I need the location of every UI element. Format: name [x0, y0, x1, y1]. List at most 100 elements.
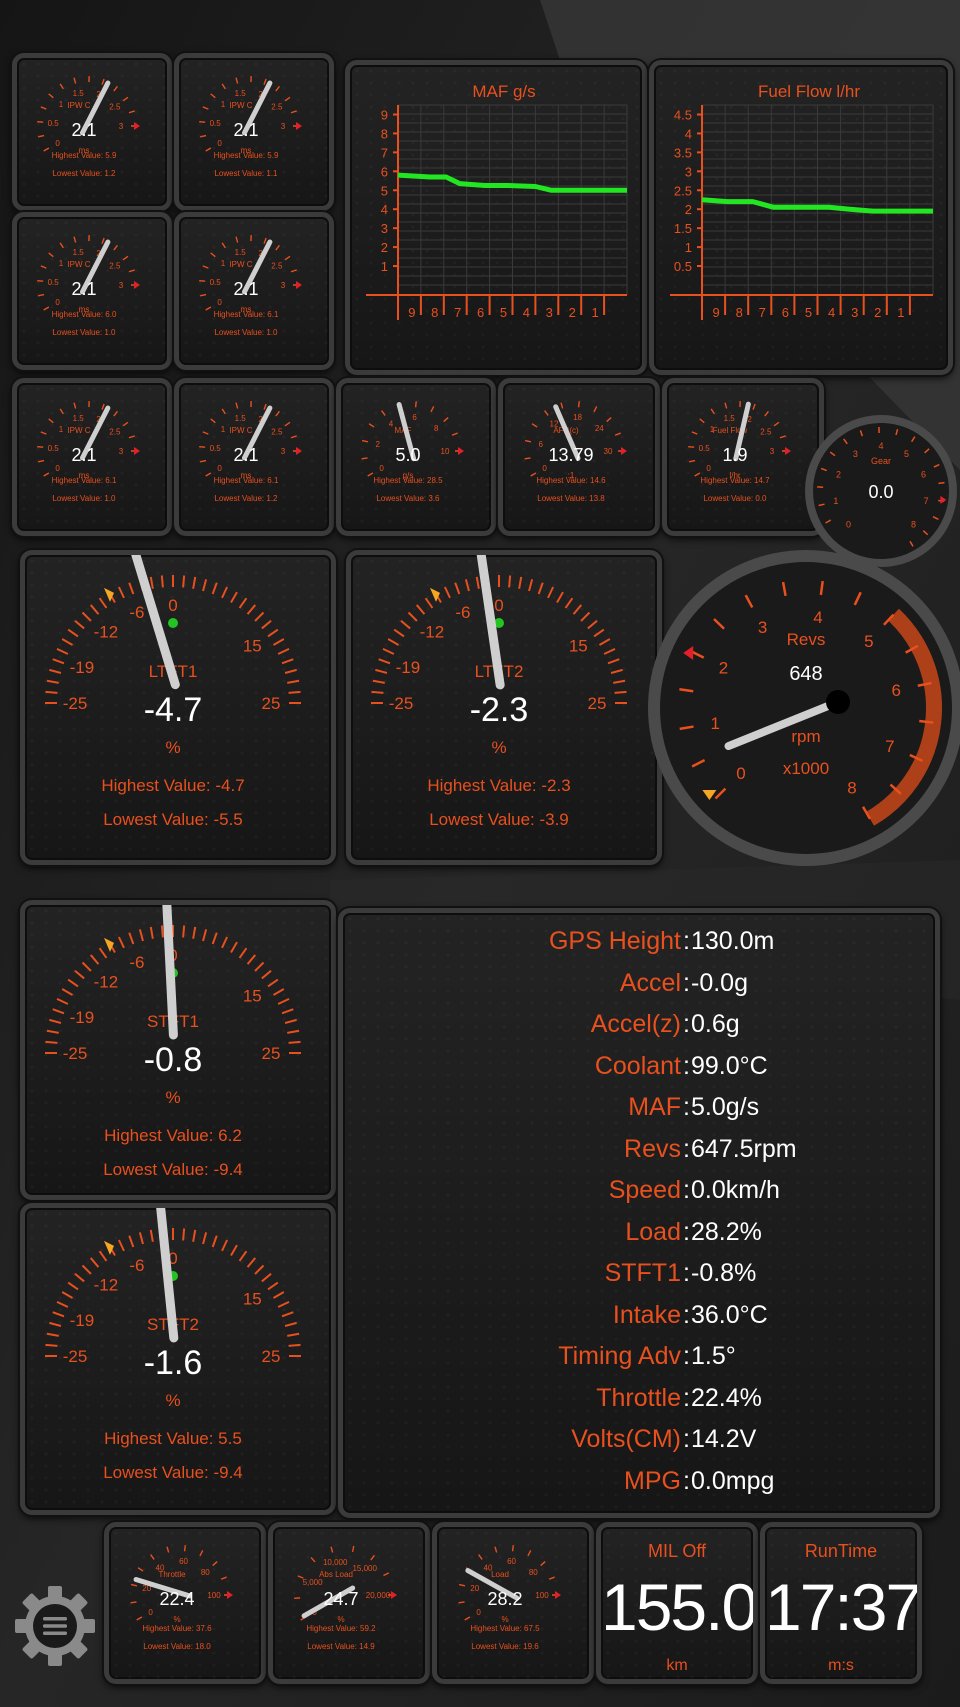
chart-title: MAF g/s: [472, 82, 535, 101]
info-value: 0.0km/h: [691, 1176, 780, 1204]
settings-gear-icon[interactable]: [14, 1585, 96, 1667]
gauge-tick: [130, 1601, 137, 1604]
gauge-tick-label: 5,000: [303, 1578, 324, 1587]
gauge-tick: [430, 406, 435, 413]
gauge-revs[interactable]: 0 1 2 3 4 5 6 7 8 Revs 648 rpm x1000: [642, 548, 960, 866]
gauge-stft1[interactable]: -25-19-12-601525STFT1-0.8%Highest Value:…: [20, 900, 336, 1200]
gauge-tick: [547, 586, 555, 599]
gauge-tick-label: 24: [595, 424, 604, 433]
gauge-tick-label: 60: [179, 1557, 188, 1566]
info-list[interactable]: GPS Height: 130.0m Accel: -0.0g Accel(z): …: [343, 913, 935, 1513]
gauge-throttle[interactable]: 0 20 40 60 80 100 Throttle 22.4% Highest Value: …: [104, 1522, 266, 1684]
x-tick-label: 2: [874, 305, 881, 320]
gauge-dial: -25-19-12-601525LTFT2-2.3%Highest Value:…: [371, 555, 627, 829]
gauge-unit: %: [165, 738, 180, 757]
x-tick-label: 1: [897, 305, 904, 320]
gauge-tick: [149, 1229, 154, 1242]
digital-mil-off[interactable]: MIL Off 155.0 km: [596, 1522, 758, 1684]
gauge-highest: Highest Value: 6.1: [214, 476, 279, 485]
gauge-tick: [494, 1546, 498, 1553]
gauge-ltft2[interactable]: -25-19-12-601525LTFT2-2.3%Highest Value:…: [346, 550, 662, 865]
y-tick-label: 5: [381, 183, 388, 198]
info-label: STFT1: [604, 1259, 681, 1287]
center-indicator-icon: [168, 618, 178, 628]
gauge-title: Gear: [871, 456, 891, 466]
needle-hub: [826, 690, 850, 714]
gauge-tick: [210, 252, 216, 258]
gauge-tick: [192, 576, 197, 589]
x-tick-label: 9: [408, 305, 415, 320]
gauge-title: IPW C: [67, 260, 90, 269]
gauge-tick: [614, 432, 621, 436]
gauge-tick: [277, 647, 290, 655]
gauge-ipw-5[interactable]: 0 0.5 1 1.5 2 2.5 3 IPW C 2.1 ms Highest Value: 6.…: [12, 378, 172, 536]
info-panel[interactable]: GPS Height: 130.0m Accel: -0.0g Accel(z): …: [338, 908, 940, 1518]
gauge-tick: [688, 445, 695, 448]
gauge-tick-label: 0.5: [210, 278, 222, 287]
gauge-ipw-6[interactable]: 0 0.5 1 1.5 2 2.5 3 IPW C 2.1 ms Highest Value: 6.…: [174, 378, 334, 536]
gauge-tick: [81, 611, 92, 622]
y-tick-label: 4: [685, 126, 692, 141]
gauge-tick: [281, 1008, 294, 1015]
gauge-tick: [210, 418, 216, 424]
gauge-ipw-3[interactable]: 0 0.5 1 1.5 2 2.5 3 IPW C 2.1 ms Highest Value: 6.…: [12, 212, 172, 370]
gauge-tick: [275, 244, 280, 251]
x-tick-label: 2: [569, 305, 576, 320]
gauge-value: 2.1: [233, 120, 258, 140]
gauge-tick: [200, 293, 207, 297]
gauge-tick-label: 1.5: [235, 89, 247, 98]
chart-fuel-flow[interactable]: Fuel Flow l/hr 0.5 1 1.5 2 2.5 3 3.5 4 4.5 9 8 7 6 5 4 3…: [649, 60, 953, 375]
gauge-dial: 00.511.5 22.53IPW C2.1msHighest Value: 6.…: [199, 235, 302, 337]
gauge-maf[interactable]: 0 2 4 6 8 10 MAF 5.0 g/s Highest Value: 28.5 Lowes…: [336, 378, 496, 536]
gauge-ltft1[interactable]: -25-19-12-601525LTFT1-4.7%Highest Value:…: [20, 550, 336, 865]
gauge-tick-label: -12: [94, 1276, 119, 1295]
gauge-tick: [254, 1264, 265, 1275]
gauge-tick: [182, 925, 186, 938]
gauge-tick: [130, 1583, 138, 1587]
gauge-tick-label: 3: [758, 618, 767, 637]
info-colon: :: [683, 1259, 690, 1287]
gauge-ipw-1[interactable]: 0 0.5 1 1.5 2 2.5 3 IPW C 2.1 ms Highest Value: 5.…: [12, 53, 172, 211]
y-tick-label: 3: [381, 221, 388, 236]
digital-runtime[interactable]: RunTime 17:37 m:s: [760, 1522, 922, 1684]
gauge-abs-load[interactable]: 05,00010,00015,00020,000Abs Load24.7%Hig…: [268, 1522, 430, 1684]
gauge-value: 648: [789, 663, 822, 685]
gauge-tick: [210, 93, 216, 99]
gauge-tick: [56, 997, 69, 1005]
gauge-tick-label: 0: [379, 464, 384, 473]
info-row: Accel: -0.0g: [343, 963, 935, 1003]
gauge-value: -2.3: [470, 691, 529, 729]
gauge-fuel-flow[interactable]: 0 0.5 1 1.5 2 2.5 3 Fuel Flow 1.9 l/hr Highest Val…: [662, 378, 824, 536]
gauge-tick: [275, 410, 280, 417]
gauge-gear[interactable]: 0 1 2 3 4 5 6 7 8 Gear 0.0: [802, 412, 960, 570]
gauge-unit: %: [337, 1615, 344, 1624]
gauge-tick-label: 2: [836, 469, 841, 479]
chart-title: Fuel Flow l/hr: [758, 82, 860, 101]
gauge-load[interactable]: 0 20 40 60 80 100 Load 28.2% Highest Value: 67.5…: [432, 1522, 594, 1684]
gauge-multiplier: x1000: [783, 759, 829, 778]
gauge-tick: [101, 78, 105, 85]
gauge-tick-label: 8: [911, 520, 916, 530]
gauge-tick: [67, 628, 79, 638]
gauge-ipw-4[interactable]: 0 0.5 1 1.5 2 2.5 3 IPW C 2.1 ms Highest Value: 6.…: [174, 212, 334, 370]
gauge-lowest: Lowest Value: -9.4: [103, 1160, 243, 1179]
info-value: 0.6g: [691, 1010, 740, 1038]
chart-maf[interactable]: MAF g/s 1 2 3 4 5 6 7 8 9 9 8 7 6 5 4 3 2 1: [345, 60, 647, 375]
gauge-tick-label: 3: [281, 447, 286, 456]
gauge-tick-label: 0.5: [48, 119, 60, 128]
gauge-stft2[interactable]: -25-19-12-601525STFT2-1.6%Highest Value:…: [20, 1203, 336, 1515]
gauge-tick-label: 2: [719, 658, 728, 677]
gauge-tick: [383, 1572, 390, 1577]
info-colon: :: [683, 1383, 690, 1412]
gauge-ipw-2[interactable]: 0 0.5 1 1.5 2 2.5 3 IPW C 2.1 ms Highest Value: 5.…: [174, 53, 334, 211]
gauge-afr[interactable]: 0612182430AFR(c)13.79:1Highest Value: 14…: [498, 378, 660, 536]
gauge-tick: [38, 293, 45, 297]
max-marker-icon: [785, 447, 791, 455]
gauge-title: Abs Load: [319, 1570, 353, 1579]
gauge-highest: Highest Value: 28.5: [373, 476, 443, 485]
gauge-tick: [371, 690, 384, 694]
gauge-tick-label: 10: [441, 447, 450, 456]
gauge-tick: [122, 255, 129, 261]
gauge-lowest: Lowest Value: 18.0: [143, 1642, 211, 1651]
gauge-tick: [415, 604, 426, 615]
